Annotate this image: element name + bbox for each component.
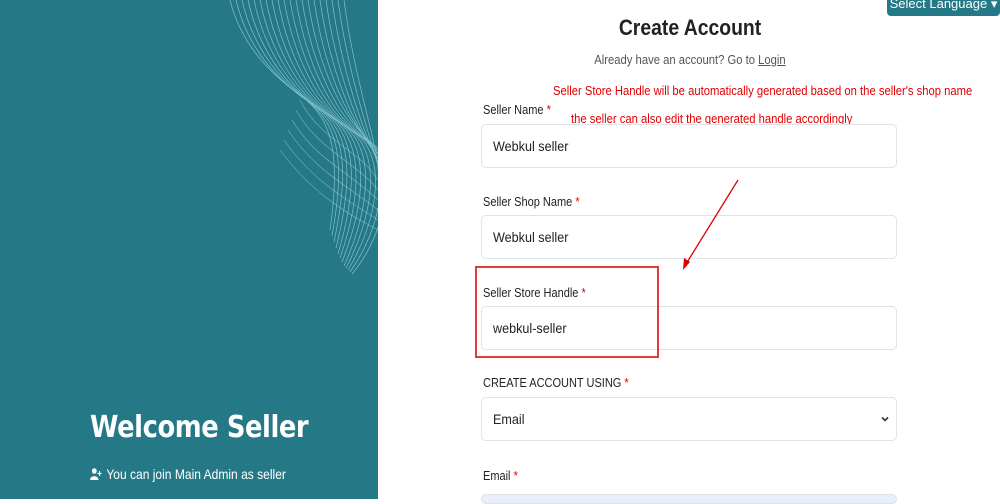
welcome-subtitle: You can join Main Admin as seller xyxy=(90,466,286,482)
chevron-down-icon xyxy=(881,416,889,422)
user-plus-icon xyxy=(90,468,102,480)
login-prompt: Already have an account? Go to Login xyxy=(569,53,812,67)
login-link[interactable]: Login xyxy=(758,53,786,67)
login-prompt-text: Already have an account? Go to xyxy=(594,53,756,67)
seller-name-label: Seller Name * xyxy=(483,103,551,117)
create-using-select[interactable]: Email xyxy=(481,397,897,441)
annotation-line-1: Seller Store Handle will be automaticall… xyxy=(553,84,973,98)
email-input[interactable] xyxy=(481,494,897,504)
create-using-label-text: CREATE ACCOUNT USING xyxy=(483,376,622,390)
required-mark: * xyxy=(513,469,518,483)
page-title: Create Account xyxy=(618,15,762,40)
create-using-value: Email xyxy=(493,411,525,427)
welcome-subtitle-text: You can join Main Admin as seller xyxy=(106,466,286,482)
required-mark: * xyxy=(624,376,629,390)
create-using-label: CREATE ACCOUNT USING * xyxy=(483,376,629,390)
shop-name-label-text: Seller Shop Name xyxy=(483,195,573,209)
seller-name-label-text: Seller Name xyxy=(483,103,544,117)
email-label-text: Email xyxy=(483,469,511,483)
shop-name-label: Seller Shop Name * xyxy=(483,195,580,209)
required-mark: * xyxy=(546,103,551,117)
welcome-panel: Welcome Seller You can join Main Admin a… xyxy=(0,0,378,499)
shop-name-input[interactable]: Webkul seller xyxy=(481,215,897,259)
store-handle-highlight xyxy=(475,266,659,358)
shop-name-value: Webkul seller xyxy=(493,229,569,245)
required-mark: * xyxy=(575,195,580,209)
seller-name-input[interactable]: Webkul seller xyxy=(481,124,897,168)
email-label: Email * xyxy=(483,469,518,483)
seller-name-value: Webkul seller xyxy=(493,138,569,154)
welcome-title: Welcome Seller xyxy=(90,410,309,445)
select-language-button[interactable]: Select Language ▾ xyxy=(887,0,1000,16)
